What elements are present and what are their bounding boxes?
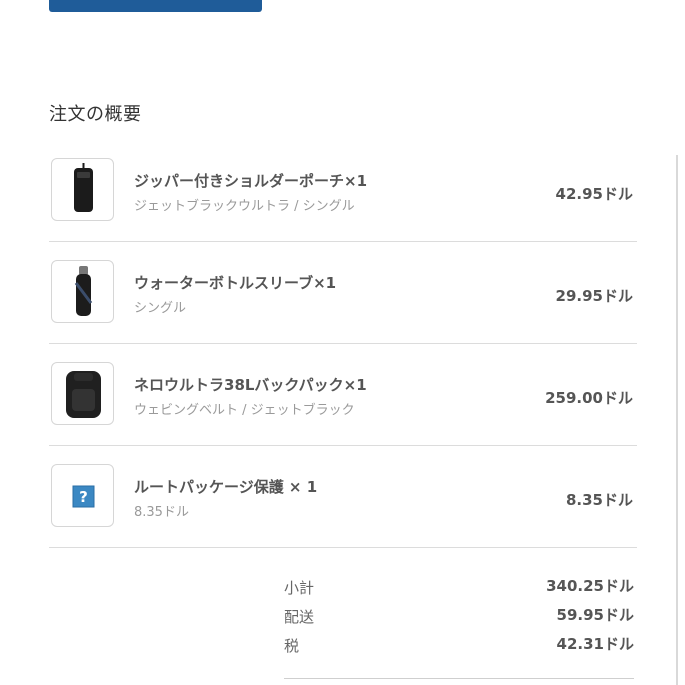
product-thumbnail: ? xyxy=(51,464,114,527)
item-variant: ウェビングベルト / ジェットブラック xyxy=(134,403,355,418)
list-item[interactable]: ? ルートパッケージ保護 × 1 8.35ドル 8.35ドル xyxy=(49,446,637,548)
divider xyxy=(284,678,634,679)
continue-button[interactable] xyxy=(49,0,262,12)
shipping-row: 配送 59.95ドル xyxy=(284,604,634,633)
order-summary-title: 注文の概要 xyxy=(49,104,142,125)
product-thumbnail xyxy=(51,158,114,221)
scrollbar[interactable] xyxy=(676,155,678,685)
item-name: ジッパー付きショルダーポーチ×1 xyxy=(134,172,368,190)
item-variant: ジェットブラックウルトラ / シングル xyxy=(134,199,355,214)
product-thumbnail xyxy=(51,362,114,425)
shipping-label: 配送 xyxy=(284,608,315,626)
item-price: 259.00ドル xyxy=(545,389,633,407)
pouch-image xyxy=(74,163,93,212)
bottle-sleeve-image xyxy=(74,266,93,316)
list-item[interactable]: ウォーターボトルスリーブ×1 シングル 29.95ドル xyxy=(49,242,637,344)
svg-text:?: ? xyxy=(79,488,88,506)
question-icon: ? xyxy=(72,485,95,508)
shipping-value: 59.95ドル xyxy=(556,606,634,624)
backpack-image xyxy=(66,371,101,418)
order-items-list: ジッパー付きショルダーポーチ×1 ジェットブラックウルトラ / シングル 42.… xyxy=(49,140,637,548)
subtotal-label: 小計 xyxy=(284,579,315,597)
list-item[interactable]: ジッパー付きショルダーポーチ×1 ジェットブラックウルトラ / シングル 42.… xyxy=(49,140,637,242)
item-variant: 8.35ドル xyxy=(134,505,189,520)
item-variant: シングル xyxy=(134,301,187,316)
item-price: 8.35ドル xyxy=(565,491,633,509)
item-name: ウォーターボトルスリーブ×1 xyxy=(134,274,337,292)
list-item[interactable]: ネロウルトラ38Lバックパック×1 ウェビングベルト / ジェットブラック 25… xyxy=(49,344,637,446)
item-name: ルートパッケージ保護 × 1 xyxy=(134,478,318,496)
item-price: 29.95ドル xyxy=(555,287,633,305)
tax-value: 42.31ドル xyxy=(556,635,634,653)
subtotal-row: 小計 340.25ドル xyxy=(284,575,634,604)
product-thumbnail xyxy=(51,260,114,323)
tax-row: 税 42.31ドル xyxy=(284,633,634,662)
tax-label: 税 xyxy=(284,637,300,655)
item-price: 42.95ドル xyxy=(555,185,633,203)
item-name: ネロウルトラ38Lバックパック×1 xyxy=(134,376,367,394)
order-totals: 小計 340.25ドル 配送 59.95ドル 税 42.31ドル xyxy=(284,575,634,662)
subtotal-value: 340.25ドル xyxy=(546,577,634,595)
